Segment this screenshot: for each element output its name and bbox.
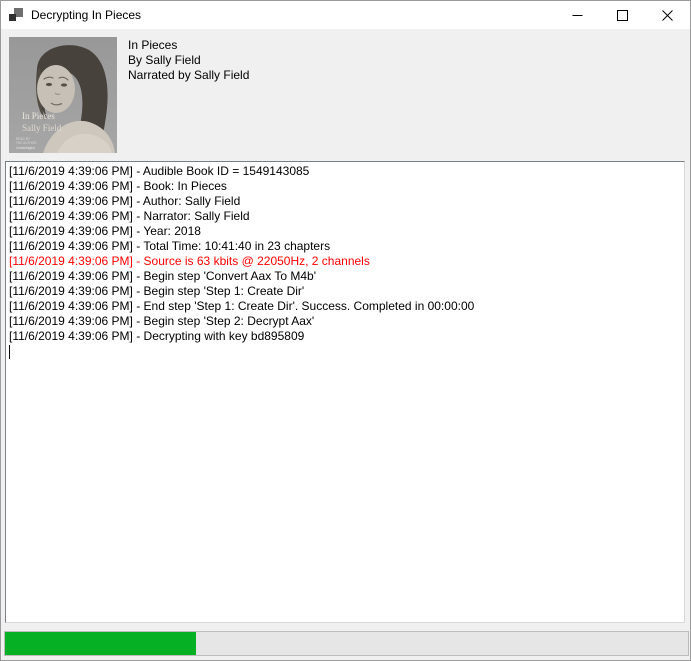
cover-badge-line2: THE AUTHOR [16, 141, 37, 145]
log-line: [11/6/2019 4:39:06 PM] - Author: Sally F… [9, 194, 681, 209]
log-line: [11/6/2019 4:39:06 PM] - Begin step 'Ste… [9, 284, 681, 299]
book-info-narrator: Narrated by Sally Field [128, 68, 249, 83]
log-lines: [11/6/2019 4:39:06 PM] - Audible Book ID… [9, 164, 681, 344]
cover-title-text: In Pieces [22, 111, 55, 121]
cover-author-text: Sally Field [22, 123, 62, 133]
log-line: [11/6/2019 4:39:06 PM] - Year: 2018 [9, 224, 681, 239]
log-line: [11/6/2019 4:39:06 PM] - End step 'Step … [9, 299, 681, 314]
log-line: [11/6/2019 4:39:06 PM] - Total Time: 10:… [9, 239, 681, 254]
book-info-author: By Sally Field [128, 53, 249, 68]
text-caret [9, 345, 10, 359]
book-info: In Pieces By Sally Field Narrated by Sal… [128, 38, 249, 83]
close-button[interactable] [645, 1, 690, 29]
maximize-button[interactable] [600, 1, 645, 29]
app-icon-square-small [9, 14, 16, 21]
log-line: [11/6/2019 4:39:06 PM] - Book: In Pieces [9, 179, 681, 194]
titlebar[interactable]: Decrypting In Pieces [1, 1, 690, 29]
book-cover: In Pieces Sally Field READ BY THE AUTHOR… [9, 37, 117, 153]
log-line: [11/6/2019 4:39:06 PM] - Audible Book ID… [9, 164, 681, 179]
app-window: Decrypting In Pieces [0, 0, 691, 661]
close-icon [662, 10, 673, 21]
log-line: [11/6/2019 4:39:06 PM] - Begin step 'Ste… [9, 314, 681, 329]
progress-fill [5, 632, 196, 655]
minimize-icon [572, 10, 583, 21]
caret-line [9, 344, 681, 359]
book-cover-image: In Pieces Sally Field READ BY THE AUTHOR… [9, 37, 117, 153]
log-textbox[interactable]: [11/6/2019 4:39:06 PM] - Audible Book ID… [5, 161, 685, 623]
log-line: [11/6/2019 4:39:06 PM] - Begin step 'Con… [9, 269, 681, 284]
app-icon [9, 8, 23, 22]
minimize-button[interactable] [555, 1, 600, 29]
log-line: [11/6/2019 4:39:06 PM] - Narrator: Sally… [9, 209, 681, 224]
log-line: [11/6/2019 4:39:06 PM] - Source is 63 kb… [9, 254, 681, 269]
cover-badge-line3: Unabridged [16, 146, 35, 150]
book-info-title: In Pieces [128, 38, 249, 53]
window-title: Decrypting In Pieces [31, 8, 141, 22]
log-line: [11/6/2019 4:39:06 PM] - Decrypting with… [9, 329, 681, 344]
window-controls [555, 1, 690, 29]
progress-bar [4, 631, 689, 656]
maximize-icon [617, 10, 628, 21]
